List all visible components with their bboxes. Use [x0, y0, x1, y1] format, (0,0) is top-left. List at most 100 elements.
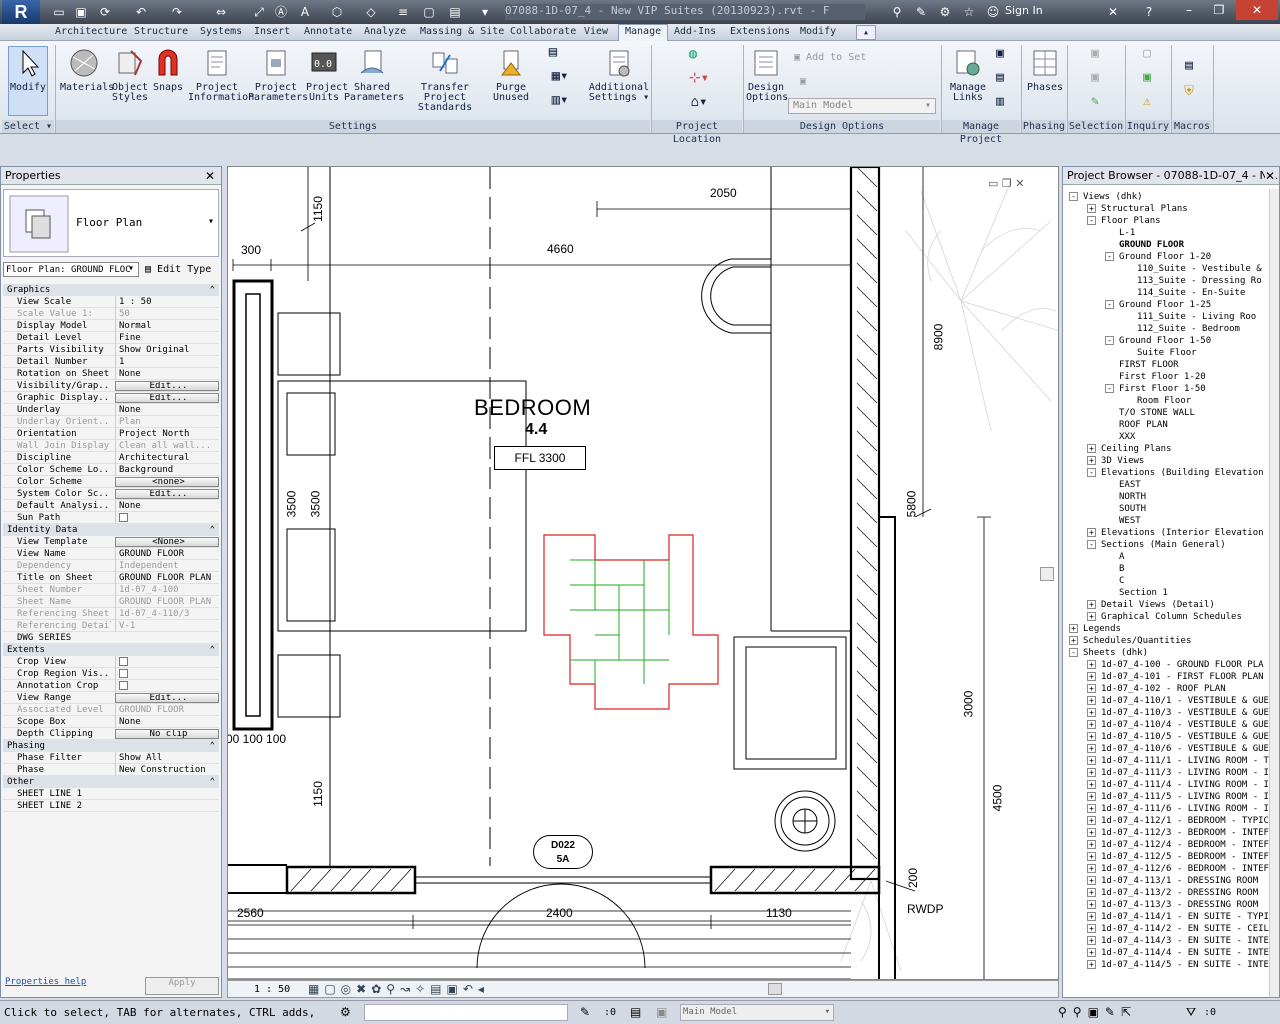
additional-settings-button[interactable]: Additional Settings ▾	[588, 47, 650, 103]
close-button[interactable]: ✕	[1236, 0, 1278, 20]
browser-tree-item[interactable]: 1d-07_4-101 - FIRST FLOOR PLAN	[1101, 671, 1269, 683]
door-tag[interactable]: D022 5A	[533, 835, 593, 869]
browser-tree-item[interactable]: Room Floor	[1137, 395, 1269, 407]
browser-tree-item[interactable]: Structural Plans	[1101, 203, 1269, 215]
property-group-phasing[interactable]: Phasing ⌃	[3, 740, 219, 752]
expand-icon[interactable]: +	[1087, 528, 1096, 537]
user-icon[interactable]: ☺	[984, 3, 1002, 21]
load-selection-icon[interactable]: ▣	[1086, 71, 1104, 84]
expand-icon[interactable]: +	[1087, 732, 1096, 741]
property-edit-button[interactable]: Edit...	[115, 489, 219, 499]
save-icon[interactable]: ▣	[72, 3, 90, 21]
browser-tree-item[interactable]: Schedules/Quantities	[1083, 635, 1269, 647]
starting-view-icon[interactable]: ▥	[992, 95, 1008, 108]
application-menu-button[interactable]: R	[2, 0, 40, 24]
browser-tree-item[interactable]: 1d-07_4-114/4 - EN SUITE - INTE	[1101, 947, 1269, 959]
browser-tree-item[interactable]: Graphical Column Schedules	[1101, 611, 1269, 623]
expand-icon[interactable]: +	[1087, 948, 1096, 957]
tag-icon[interactable]: Ⓐ	[272, 3, 290, 21]
property-edit-button[interactable]: Edit...	[115, 381, 219, 391]
collapse-icon[interactable]: -	[1069, 648, 1078, 657]
collapse-icon[interactable]: -	[1105, 300, 1114, 309]
collapse-icon[interactable]: -	[1087, 540, 1096, 549]
design-options-icon[interactable]: ▤	[630, 1005, 641, 1019]
browser-tree-item[interactable]: FIRST FLOOR	[1119, 359, 1269, 371]
expand-icon[interactable]: +	[1087, 828, 1096, 837]
macro-manager-icon[interactable]: ▤	[1180, 59, 1198, 72]
browser-tree-item[interactable]: Section 1	[1119, 587, 1269, 599]
edit-type-button[interactable]: ▤ Edit Type	[145, 262, 219, 277]
tab-structure[interactable]: Structure	[128, 25, 194, 40]
browser-tree-item[interactable]: 110_Suite - Vestibule &	[1137, 263, 1269, 275]
collapse-icon[interactable]: -	[1105, 384, 1114, 393]
sign-in-link[interactable]: Sign In	[1005, 4, 1043, 17]
sync-icon[interactable]: ⟳	[96, 3, 114, 21]
browser-tree-item[interactable]: Sheets (dhk)	[1083, 647, 1269, 659]
snaps-button[interactable]: Snaps	[152, 47, 184, 93]
expand-icon[interactable]: +	[1087, 912, 1096, 921]
expand-icon[interactable]: +	[1087, 756, 1096, 765]
expand-icon[interactable]: +	[1087, 600, 1096, 609]
coordinates-icon[interactable]: ⊹▾	[684, 71, 714, 85]
property-value[interactable]: 1 : 50	[115, 296, 219, 308]
browser-tree-item[interactable]: 1d-07_4-110/3 - VESTIBULE & GUE	[1101, 707, 1269, 719]
browser-tree-item[interactable]: B	[1119, 563, 1269, 575]
warnings-icon[interactable]: ⚠	[1138, 95, 1156, 108]
property-value[interactable]: New Construction	[115, 764, 219, 776]
browser-tree-item[interactable]: 1d-07_4-112/1 - BEDROOM - TYPIC	[1101, 815, 1269, 827]
tab-add-ins[interactable]: Add-Ins	[668, 25, 722, 40]
browser-tree-item[interactable]: 1d-07_4-111/3 - LIVING ROOM - I	[1101, 767, 1269, 779]
maximize-button[interactable]: ❐	[1204, 0, 1234, 20]
thin-lines-icon[interactable]: ≡	[394, 3, 412, 21]
expand-icon[interactable]: +	[1087, 852, 1096, 861]
subscription-icon[interactable]: ✎	[912, 3, 930, 21]
expand-icon[interactable]: +	[1087, 936, 1096, 945]
close-icon[interactable]: ✕	[1265, 169, 1276, 183]
location-globe-icon[interactable]: ◍	[684, 47, 702, 61]
dimension-icon[interactable]: ⤢	[250, 3, 268, 21]
property-value[interactable]: Normal	[115, 320, 219, 332]
collapse-chevron-icon[interactable]: ⌃	[210, 524, 215, 536]
view-window-controls[interactable]: ▭ ❐ ✕	[988, 177, 1024, 190]
property-group-identity[interactable]: Identity Data ⌃	[3, 524, 219, 536]
property-edit-button[interactable]: <None>	[115, 537, 219, 547]
browser-tree-item[interactable]: Suite Floor	[1137, 347, 1269, 359]
add-to-set-button[interactable]: ▣ Add to Set	[794, 53, 884, 63]
browser-tree-item[interactable]: 1d-07_4-110/5 - VESTIBULE & GUE	[1101, 731, 1269, 743]
browser-tree-item[interactable]: 1d-07_4-112/4 - BEDROOM - INTEF	[1101, 839, 1269, 851]
manage-links-button[interactable]: Manage Links	[948, 47, 988, 103]
property-value[interactable]: GROUND FLOOR	[115, 548, 219, 560]
drawing-canvas[interactable]: BEDROOM 4.4 FFL 3300 D022 5A 2050 1150 30…	[227, 166, 1059, 980]
expand-icon[interactable]: +	[1087, 744, 1096, 753]
tab-analyze[interactable]: Analyze	[358, 25, 412, 40]
3d-view-icon[interactable]: ⬡	[328, 3, 346, 21]
select-by-id-icon[interactable]: ▣	[1138, 71, 1156, 84]
property-value[interactable]: None	[115, 716, 219, 728]
browser-tree-item[interactable]: Elevations (Interior Elevation	[1101, 527, 1269, 539]
tab-annotate[interactable]: Annotate	[298, 25, 358, 40]
browser-tree-item[interactable]: 1d-07_4-110/4 - VESTIBULE & GUE	[1101, 719, 1269, 731]
close-windows-icon[interactable]: ▢	[420, 3, 438, 21]
help-icon[interactable]: ?	[1140, 3, 1158, 21]
property-edit-button[interactable]: <none>	[115, 477, 219, 487]
expand-icon[interactable]: +	[1087, 864, 1096, 873]
property-value[interactable]: None	[115, 404, 219, 416]
browser-tree-item[interactable]: 1d-07_4-112/3 - BEDROOM - INTEF	[1101, 827, 1269, 839]
tab-modify[interactable]: Modify	[794, 25, 842, 40]
instance-filter-select[interactable]: Floor Plan: GROUND FLOC	[3, 262, 139, 277]
open-icon[interactable]: ▭	[50, 3, 68, 21]
phases-button[interactable]: Phases	[1026, 47, 1064, 93]
panel-schedule-icon[interactable]: ▥▾	[546, 93, 574, 107]
property-checkbox[interactable]	[119, 681, 128, 690]
panel-select[interactable]: Select ▾	[2, 120, 54, 133]
property-value[interactable]: 1	[115, 356, 219, 368]
transfer-project-standards-button[interactable]: Transfer Project Standards	[400, 47, 490, 113]
switch-windows-icon[interactable]: ▤	[446, 3, 464, 21]
tab-architecture[interactable]: Architecture	[49, 25, 133, 40]
browser-tree-item[interactable]: Ground Floor 1-50	[1119, 335, 1269, 347]
object-styles-button[interactable]: Object Styles	[110, 47, 150, 103]
apply-button[interactable]: Apply	[145, 977, 219, 995]
undo-icon[interactable]: ↶	[132, 3, 150, 21]
expand-icon[interactable]: +	[1087, 804, 1096, 813]
property-value[interactable]: Architectural	[115, 452, 219, 464]
